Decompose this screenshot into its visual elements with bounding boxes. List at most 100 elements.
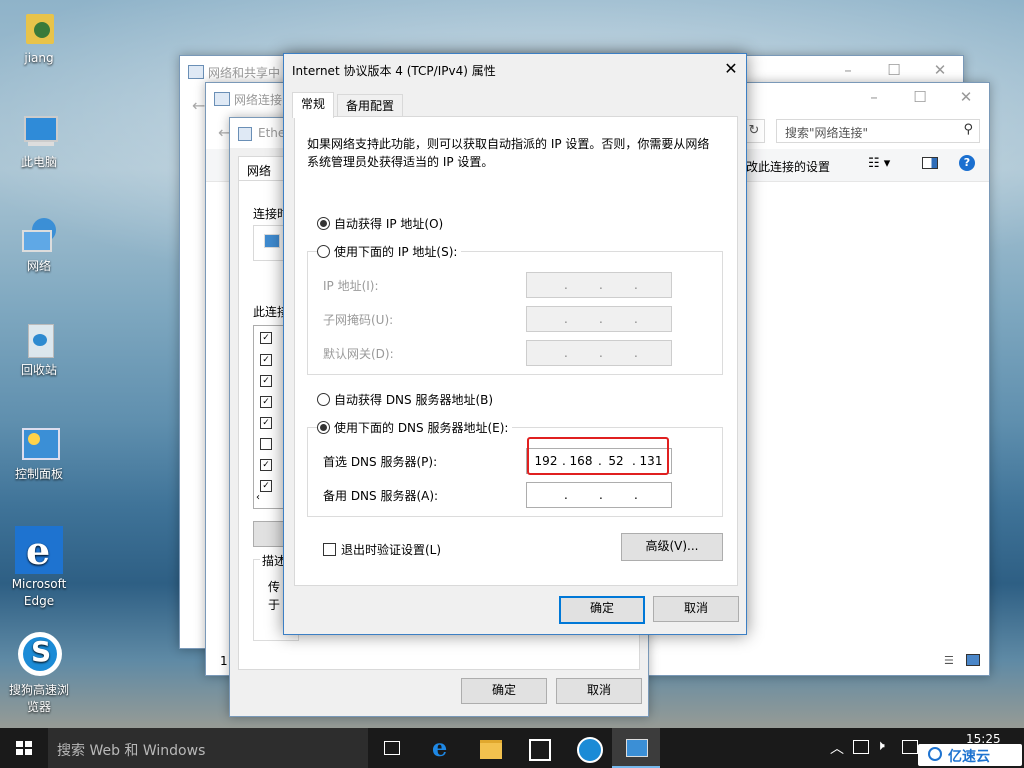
watermark-logo: 亿速云 bbox=[918, 744, 1022, 766]
recycle-bin-icon bbox=[18, 320, 60, 360]
ok-button[interactable]: 确定 bbox=[559, 596, 645, 624]
watermark-text: 亿速云 bbox=[948, 749, 990, 765]
maximize-button[interactable]: ☐ bbox=[897, 83, 943, 113]
desktop-icon-user-folder[interactable]: jiang bbox=[4, 8, 74, 67]
change-settings-button[interactable]: 改此连接的设置 bbox=[746, 158, 830, 175]
action-center-icon[interactable] bbox=[853, 740, 869, 754]
radio-unselected-icon bbox=[317, 245, 330, 258]
network-center-icon bbox=[188, 65, 204, 79]
preferred-dns-label: 首选 DNS 服务器(P): bbox=[323, 455, 438, 469]
window-title: 网络和共享中 bbox=[208, 66, 281, 80]
desktop-icon-label: 网络 bbox=[26, 259, 51, 273]
tab-network[interactable]: 网络 bbox=[238, 156, 284, 181]
alternate-dns-label: 备用 DNS 服务器(A): bbox=[323, 489, 439, 503]
tab-alternate-config[interactable]: 备用配置 bbox=[337, 94, 404, 117]
taskbar-search-box[interactable]: 搜索 Web 和 Windows bbox=[48, 728, 368, 768]
back-arrow-icon[interactable]: ← bbox=[192, 96, 205, 115]
radio-unselected-icon bbox=[317, 393, 330, 406]
desktop-icon-control-panel[interactable]: 控制面板 bbox=[4, 424, 74, 483]
advanced-button[interactable]: 高级(V)... bbox=[621, 533, 723, 561]
file-explorer-icon[interactable] bbox=[466, 728, 514, 768]
description-text: 传 bbox=[268, 580, 281, 594]
ime-icon[interactable] bbox=[902, 740, 918, 754]
desktop-icon-label: 此电脑 bbox=[20, 155, 57, 169]
task-view-icon[interactable] bbox=[368, 728, 416, 768]
edge-taskbar-icon[interactable]: e bbox=[418, 728, 466, 768]
network-globe-icon bbox=[18, 216, 60, 256]
intro-text: 如果网络支持此功能，则可以获取自动指派的 IP 设置。否则，你需要从网络系统管理… bbox=[307, 137, 710, 169]
search-icon: ⚲ bbox=[963, 122, 973, 137]
checkbox-box bbox=[323, 543, 336, 556]
desktop-icon-network[interactable]: 网络 bbox=[4, 216, 74, 275]
ip-manual-radio[interactable]: 使用下面的 IP 地址(S): bbox=[317, 243, 462, 260]
close-button[interactable]: ✕ bbox=[716, 54, 746, 84]
validate-checkbox[interactable]: 退出时验证设置(L) bbox=[323, 541, 441, 558]
alternate-dns-field[interactable]: ... bbox=[526, 482, 672, 508]
status-text: 1 bbox=[220, 654, 228, 668]
start-button[interactable] bbox=[0, 728, 48, 768]
ok-button[interactable]: 确定 bbox=[461, 678, 547, 704]
details-view-icon[interactable]: ☰ bbox=[944, 654, 954, 667]
sogou-browser-icon: S bbox=[18, 632, 62, 680]
checkbox[interactable]: ✓ bbox=[260, 480, 272, 492]
edge-icon: e bbox=[15, 526, 63, 574]
help-icon[interactable]: ? bbox=[959, 155, 975, 171]
radio-label: 自动获得 DNS 服务器地址(B) bbox=[334, 393, 494, 407]
checkbox[interactable]: ✓ bbox=[260, 417, 272, 429]
description-text: 于 bbox=[268, 598, 281, 612]
radio-label: 使用下面的 DNS 服务器地址(E): bbox=[334, 421, 509, 435]
large-icons-view-icon[interactable] bbox=[966, 654, 980, 666]
checkbox[interactable]: ✓ bbox=[260, 459, 272, 471]
desktop-icon-edge[interactable]: e Microsoft Edge bbox=[4, 526, 74, 610]
show-hidden-icons-icon[interactable]: ︿ bbox=[830, 738, 844, 758]
cancel-button[interactable]: 取消 bbox=[653, 596, 739, 622]
taskbar: 搜索 Web 和 Windows e ︿ 🕨 15:25 亿速云 bbox=[0, 728, 1024, 768]
checkbox[interactable]: ✓ bbox=[260, 396, 272, 408]
dns-auto-radio[interactable]: 自动获得 DNS 服务器地址(B) bbox=[317, 391, 493, 408]
tab-general[interactable]: 常规 bbox=[292, 92, 335, 118]
default-gateway-label: 默认网关(D): bbox=[323, 347, 394, 361]
checkbox[interactable]: ✓ bbox=[260, 332, 272, 344]
scroll-left-arrow[interactable]: ‹ bbox=[256, 492, 260, 503]
radio-selected-icon bbox=[317, 421, 330, 434]
desktop-icon-this-pc[interactable]: 此电脑 bbox=[4, 112, 74, 171]
radio-selected-icon bbox=[317, 217, 330, 230]
desktop-icon-recycle-bin[interactable]: 回收站 bbox=[4, 320, 74, 379]
desktop-icon-label: jiang bbox=[24, 51, 54, 65]
dns-highlight-box bbox=[527, 437, 669, 475]
tab-label: 网络 bbox=[247, 164, 272, 178]
user-folder-icon bbox=[18, 8, 60, 48]
minimize-button[interactable]: – bbox=[851, 83, 897, 113]
ip-auto-radio[interactable]: 自动获得 IP 地址(O) bbox=[317, 215, 443, 232]
network-connections-icon bbox=[214, 92, 230, 106]
ip-address-label: IP 地址(I): bbox=[323, 279, 379, 293]
checkbox[interactable]: ✓ bbox=[260, 354, 272, 366]
checkbox[interactable] bbox=[260, 438, 272, 450]
dns-manual-radio[interactable]: 使用下面的 DNS 服务器地址(E): bbox=[317, 419, 513, 436]
view-options-icon[interactable]: ☷ ▾ bbox=[868, 156, 890, 171]
windows-logo-icon bbox=[16, 741, 32, 755]
window-title: 网络连接 bbox=[234, 93, 283, 107]
watermark-icon bbox=[928, 747, 942, 761]
desktop-icon-sogou[interactable]: S 搜狗高速浏览器 bbox=[4, 632, 74, 716]
search-box[interactable]: 搜索"网络连接" ⚲ bbox=[776, 119, 980, 143]
cancel-button[interactable]: 取消 bbox=[556, 678, 642, 704]
checkbox[interactable]: ✓ bbox=[260, 375, 272, 387]
subnet-mask-field: ... bbox=[526, 306, 672, 332]
ethernet-icon bbox=[238, 127, 252, 141]
search-input[interactable]: 搜索"网络连接" bbox=[785, 124, 868, 141]
adapter-icon bbox=[264, 234, 280, 248]
control-panel-taskbar-icon[interactable] bbox=[612, 728, 660, 768]
default-gateway-field: ... bbox=[526, 340, 672, 366]
subnet-mask-label: 子网掩码(U): bbox=[323, 313, 394, 327]
preview-pane-icon[interactable] bbox=[922, 157, 938, 169]
ip-address-field: ... bbox=[526, 272, 672, 298]
ipv4-properties-dialog[interactable]: Internet 协议版本 4 (TCP/IPv4) 属性 ✕ 常规 备用配置 … bbox=[283, 53, 747, 635]
sogou-taskbar-icon[interactable] bbox=[564, 728, 612, 768]
general-panel: 如果网络支持此功能，则可以获取自动指派的 IP 设置。否则，你需要从网络系统管理… bbox=[294, 116, 738, 586]
desktop-icon-label: Microsoft Edge bbox=[11, 577, 67, 608]
store-icon[interactable] bbox=[514, 728, 562, 768]
close-button[interactable]: ✕ bbox=[943, 83, 989, 113]
volume-muted-icon[interactable]: 🕨 bbox=[876, 738, 885, 754]
taskbar-search-input[interactable]: 搜索 Web 和 Windows bbox=[57, 740, 205, 760]
